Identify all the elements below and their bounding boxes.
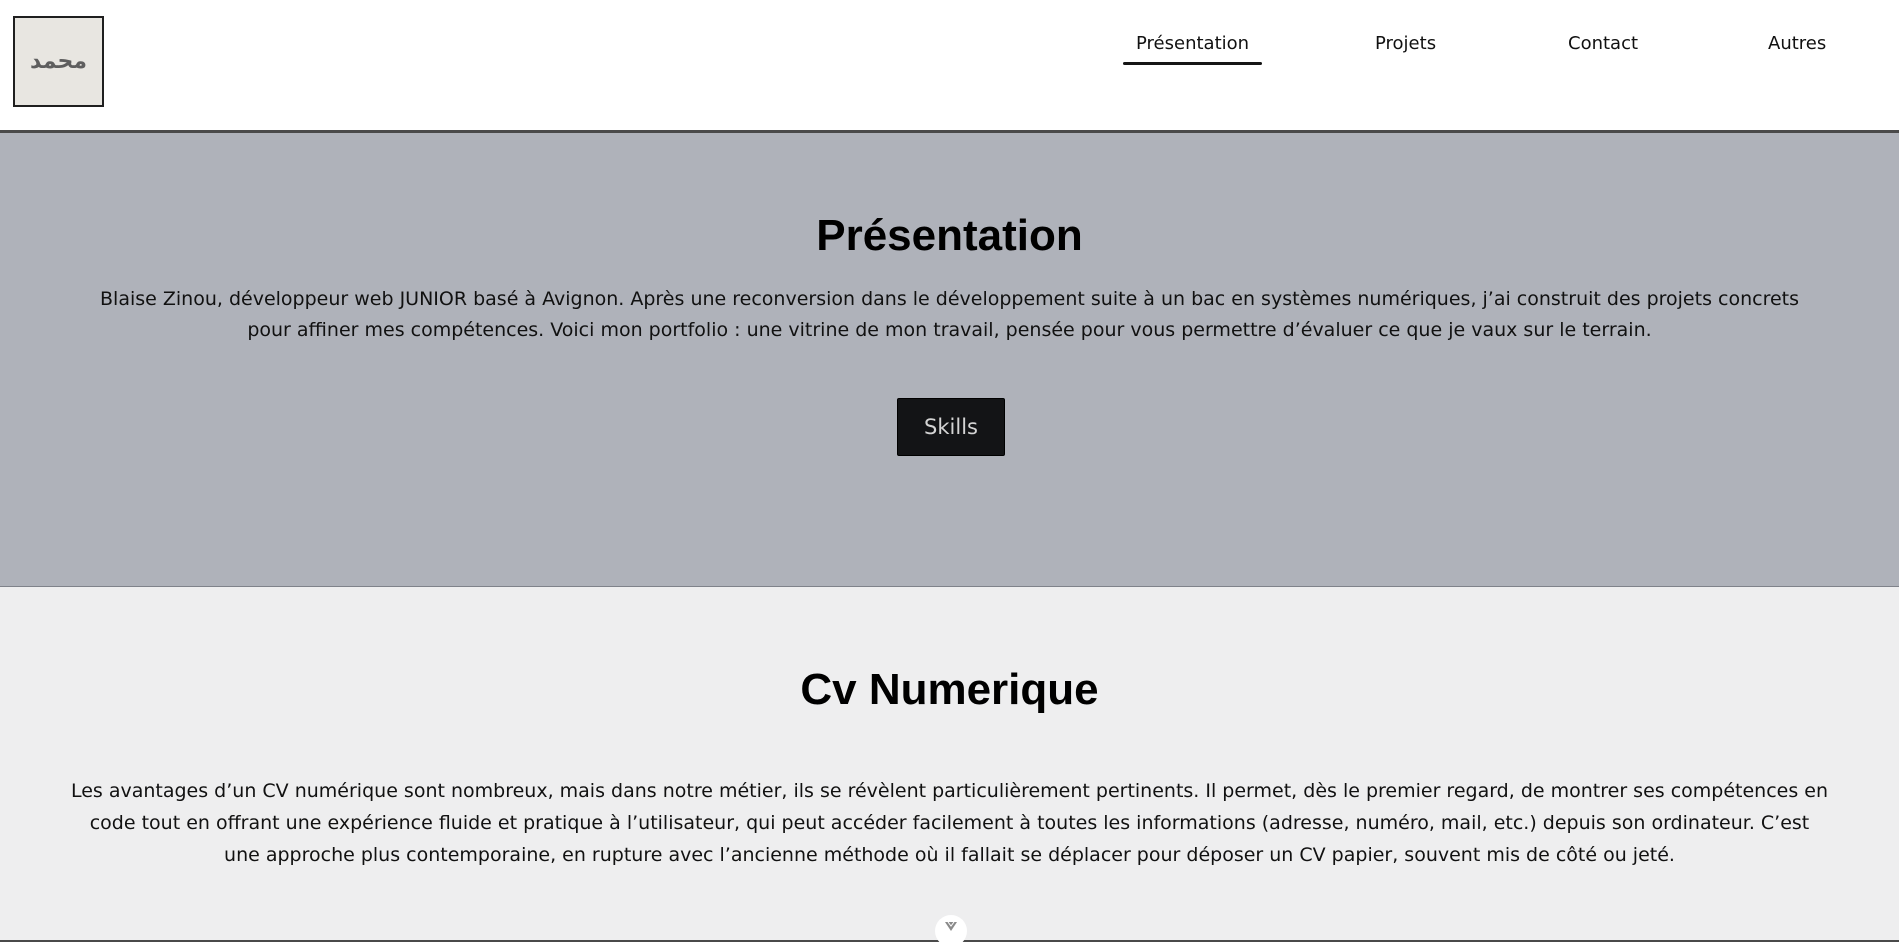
cv-text: Les avantages d’un CV numérique sont nom… <box>70 780 1829 866</box>
cv-title: Cv Numerique <box>800 665 1099 714</box>
logo[interactable]: محمد <box>13 16 104 107</box>
nav-item-autres[interactable]: Autres <box>1768 32 1826 56</box>
presentation-text: Blaise Zinou, développeur web JUNIOR bas… <box>100 288 1799 341</box>
presentation-section: Présentation Blaise Zinou, développeur w… <box>0 133 1899 587</box>
chevron-down-icon <box>945 921 957 931</box>
presentation-title: Présentation <box>816 211 1083 260</box>
nav-item-projets[interactable]: Projets <box>1375 32 1436 56</box>
skills-button[interactable]: Skills <box>897 398 1005 456</box>
site-header: محمد Présentation Projets Contact Autres <box>0 0 1899 133</box>
logo-text: محمد <box>30 49 87 74</box>
cv-section: Cv Numerique Les avantages d’un CV numér… <box>0 587 1899 942</box>
scroll-down-button[interactable] <box>935 915 967 942</box>
nav-item-presentation[interactable]: Présentation <box>1122 32 1263 65</box>
nav-item-contact[interactable]: Contact <box>1568 32 1638 56</box>
